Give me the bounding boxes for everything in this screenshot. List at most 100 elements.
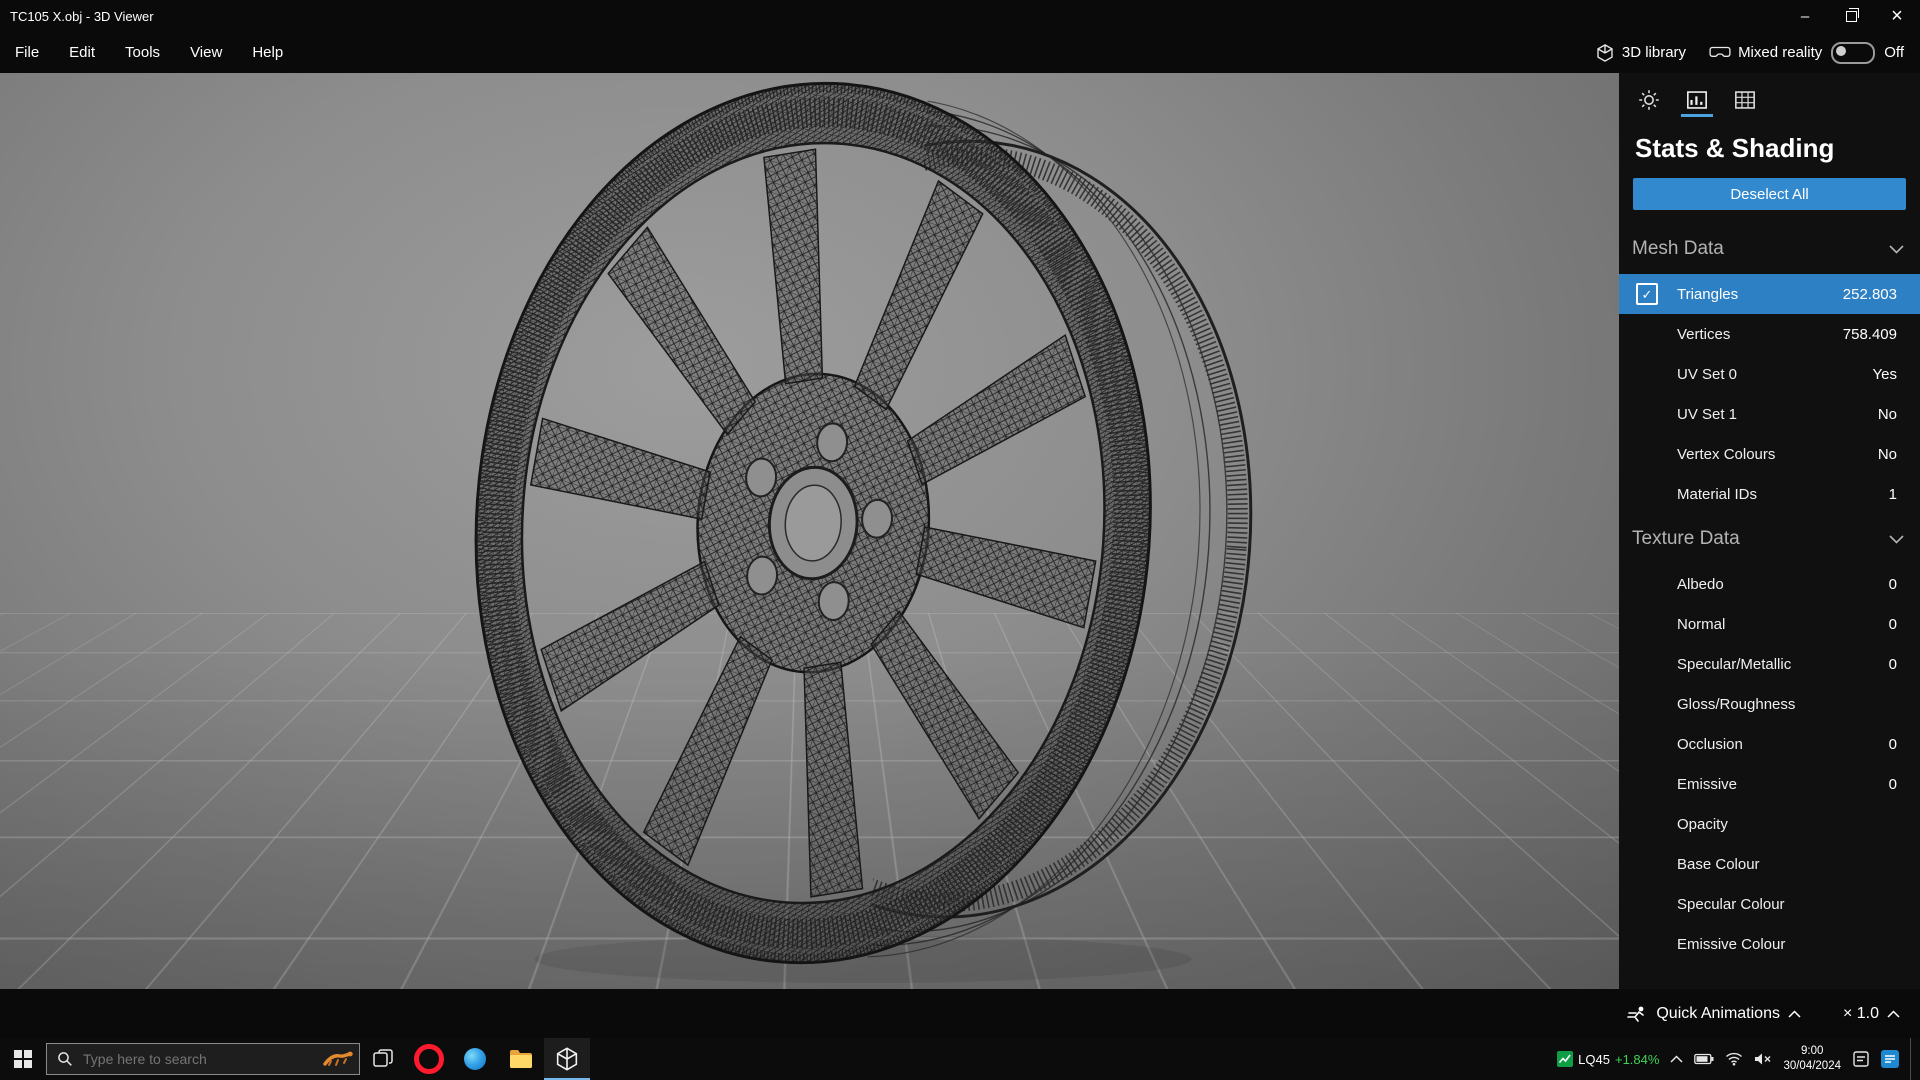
stat-label: Specular Colour	[1677, 895, 1785, 913]
clock-time: 9:00	[1801, 1045, 1824, 1058]
stats-shading-panel: Stats & Shading Deselect All Mesh Data ✓…	[1619, 73, 1920, 989]
grid-table-icon	[1735, 91, 1755, 109]
texture-row-albedo[interactable]: Albedo 0	[1619, 564, 1920, 604]
action-center-icon[interactable]	[1881, 1050, 1899, 1068]
task-view-button[interactable]	[360, 1038, 406, 1080]
checkbox-checked-icon[interactable]: ✓	[1636, 283, 1658, 305]
edge-app-button[interactable]	[452, 1038, 498, 1080]
toggle-knob	[1836, 45, 1847, 56]
texture-row-normal[interactable]: Normal 0	[1619, 604, 1920, 644]
tab-stats-shading[interactable]	[1681, 85, 1713, 117]
quick-animations-label[interactable]: Quick Animations	[1656, 1005, 1780, 1023]
texture-data-header[interactable]: Texture Data	[1619, 514, 1920, 564]
close-icon: ×	[1891, 4, 1903, 27]
3d-viewport[interactable]	[0, 73, 1619, 989]
windows-logo-icon	[14, 1050, 32, 1068]
texture-row-base-colour[interactable]: Base Colour	[1619, 844, 1920, 884]
restore-button[interactable]	[1828, 0, 1874, 32]
texture-row-specular-colour[interactable]: Specular Colour	[1619, 884, 1920, 924]
stat-row-triangles[interactable]: ✓ Triangles 252.803	[1619, 274, 1920, 314]
stat-label: UV Set 0	[1677, 365, 1738, 383]
menu-edit[interactable]: Edit	[54, 32, 110, 73]
stat-value: 0	[1888, 575, 1897, 593]
stat-value: 0	[1888, 615, 1897, 633]
panel-tabs	[1619, 73, 1920, 117]
stat-label: Emissive Colour	[1677, 935, 1786, 953]
stat-label: Emissive	[1677, 775, 1738, 793]
deselect-all-label: Deselect All	[1730, 185, 1809, 203]
start-button[interactable]	[0, 1038, 46, 1080]
deselect-all-button[interactable]: Deselect All	[1633, 178, 1906, 210]
3d-viewer-icon	[556, 1047, 578, 1071]
chevron-down-icon	[1889, 534, 1904, 544]
mixed-reality-toggle[interactable]	[1831, 41, 1876, 64]
stat-value: Yes	[1872, 365, 1897, 383]
mixed-reality-label: Mixed reality	[1738, 44, 1823, 61]
texture-data-title: Texture Data	[1632, 528, 1740, 549]
texture-row-gloss-roughness[interactable]: Gloss/Roughness	[1619, 684, 1920, 724]
volume-mute-icon[interactable]	[1754, 1052, 1772, 1066]
file-explorer-button[interactable]	[498, 1038, 544, 1080]
wifi-icon[interactable]	[1725, 1052, 1743, 1066]
search-icon	[58, 1052, 72, 1066]
3d-library-button[interactable]: 3D library	[1595, 43, 1686, 63]
stat-value: 758.409	[1842, 325, 1897, 343]
taskbar-search[interactable]	[46, 1043, 360, 1075]
stock-ticker[interactable]: LQ45 +1.84%	[1557, 1051, 1659, 1067]
clock-date: 30/04/2024	[1783, 1060, 1841, 1072]
stat-value: 0	[1888, 655, 1897, 673]
stat-label: UV Set 1	[1677, 405, 1738, 423]
stat-label: Normal	[1677, 615, 1726, 633]
tab-lighting[interactable]	[1633, 85, 1665, 117]
minimize-button[interactable]: –	[1782, 0, 1828, 32]
stat-value: No	[1877, 445, 1897, 463]
stats-chart-icon	[1687, 91, 1707, 109]
search-input[interactable]	[81, 1050, 315, 1068]
stat-row-material-ids[interactable]: Material IDs 1	[1619, 474, 1920, 514]
floor-grid	[0, 73, 1619, 613]
stat-row-vertices[interactable]: Vertices 758.409	[1619, 314, 1920, 354]
hidden-icons-chevron-icon[interactable]	[1670, 1055, 1683, 1063]
minimize-icon: –	[1800, 7, 1810, 25]
menubar-right: 3D library Mixed reality Off	[1581, 41, 1920, 64]
close-button[interactable]: ×	[1874, 0, 1920, 32]
texture-row-occlusion[interactable]: Occlusion 0	[1619, 724, 1920, 764]
app-window: TC105 X.obj - 3D Viewer – × File Edit To…	[0, 0, 1920, 1080]
chevron-up-icon[interactable]	[1788, 1009, 1801, 1018]
tab-grid[interactable]	[1729, 85, 1761, 117]
stat-label: Vertex Colours	[1677, 445, 1776, 463]
mixed-reality-icon	[1709, 46, 1731, 57]
animation-speed-label[interactable]: × 1.0	[1843, 1005, 1879, 1023]
stat-value: 0	[1888, 775, 1897, 793]
opera-app-button[interactable]	[406, 1038, 452, 1080]
chevron-down-icon	[1889, 244, 1904, 254]
taskbar-clock[interactable]: 9:00 30/04/2024	[1783, 1044, 1841, 1074]
stat-row-uv-set-1[interactable]: UV Set 1 No	[1619, 394, 1920, 434]
menu-view[interactable]: View	[175, 32, 237, 73]
menu-file[interactable]: File	[0, 32, 54, 73]
3d-library-label: 3D library	[1621, 44, 1687, 61]
menu-tools[interactable]: Tools	[110, 32, 175, 73]
texture-row-emissive[interactable]: Emissive 0	[1619, 764, 1920, 804]
mixed-reality-button[interactable]: Mixed reality	[1709, 44, 1822, 62]
stat-row-uv-set-0[interactable]: UV Set 0 Yes	[1619, 354, 1920, 394]
window-controls: – ×	[1782, 0, 1920, 32]
stat-row-vertex-colours[interactable]: Vertex Colours No	[1619, 434, 1920, 474]
opera-icon	[414, 1044, 444, 1074]
show-desktop-button[interactable]	[1910, 1038, 1918, 1080]
notification-note-icon[interactable]	[1852, 1050, 1870, 1068]
texture-row-specular-metallic[interactable]: Specular/Metallic 0	[1619, 644, 1920, 684]
mesh-data-header[interactable]: Mesh Data	[1619, 224, 1920, 274]
mesh-data-title: Mesh Data	[1632, 238, 1724, 259]
titlebar: TC105 X.obj - 3D Viewer – ×	[0, 0, 1920, 32]
stat-value: 1	[1888, 485, 1897, 503]
texture-row-opacity[interactable]: Opacity	[1619, 804, 1920, 844]
texture-row-emissive-colour[interactable]: Emissive Colour	[1619, 924, 1920, 964]
3d-viewer-app-button[interactable]	[544, 1038, 590, 1080]
menu-help[interactable]: Help	[237, 32, 298, 73]
chevron-up-icon[interactable]	[1887, 1009, 1900, 1018]
panel-title: Stats & Shading	[1635, 133, 1835, 163]
stat-label: Gloss/Roughness	[1677, 695, 1796, 713]
stat-label: Opacity	[1677, 815, 1728, 833]
battery-icon[interactable]	[1694, 1053, 1714, 1065]
